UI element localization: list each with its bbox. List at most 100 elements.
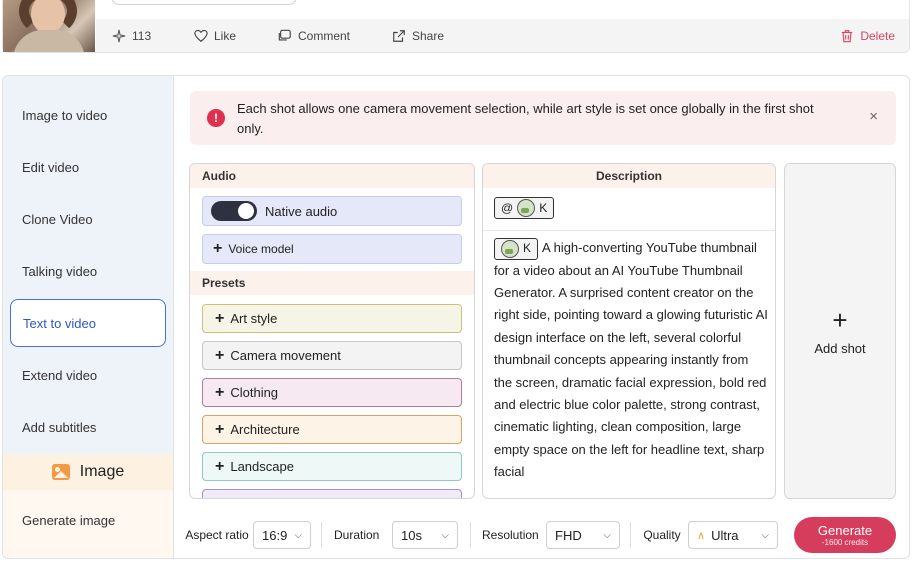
sparkle-icon: [112, 29, 126, 42]
comment-button[interactable]: Comment: [278, 29, 376, 43]
chevron-down-icon: ⌵: [294, 529, 302, 541]
native-audio-row[interactable]: Native audio: [202, 196, 462, 226]
share-label: Share: [412, 28, 445, 43]
resolution-label: Resolution: [482, 528, 539, 542]
image-icon: [51, 464, 70, 480]
plus-icon: +: [215, 457, 225, 475]
preset-label: Clothing: [230, 385, 279, 400]
comment-label: Comment: [298, 28, 351, 43]
sidebar-item-label: Text to video: [23, 315, 96, 331]
chip-label: K: [539, 201, 548, 215]
comment-icon: [278, 29, 291, 41]
sidebar-item-label: Image to video: [22, 107, 108, 123]
plus-icon: +: [215, 420, 225, 438]
character-mention-chip[interactable]: @ K: [494, 197, 555, 219]
sidebar-item-label: Clone Video: [22, 211, 93, 227]
generation-controls: Aspect ratio 16:9 ⌵ Duration 10s ⌵ Resol…: [175, 512, 909, 558]
close-icon[interactable]: ×: [869, 108, 878, 125]
aspect-ratio-select[interactable]: 16:9 ⌵: [253, 521, 311, 549]
quality-value: Ultra: [711, 527, 739, 543]
plus-icon: +: [215, 383, 225, 401]
plus-icon: +: [832, 304, 848, 335]
plus-icon: +: [215, 346, 225, 364]
sidebar-item-label: Talking video: [22, 263, 98, 279]
description-textarea[interactable]: K A high-converting YouTube thumbnail fo…: [494, 237, 769, 484]
generate-label: Generate: [817, 523, 873, 538]
preset-landscape[interactable]: + Landscape: [202, 452, 462, 481]
sidebar: Image to video Edit video Clone Video Ta…: [3, 76, 174, 558]
preset-architecture[interactable]: + Architecture: [202, 415, 462, 444]
aspect-ratio-label: Aspect ratio: [185, 528, 249, 542]
delete-label: Delete: [860, 28, 895, 43]
share-button[interactable]: Share: [392, 29, 444, 43]
image-section-title: Image: [79, 463, 125, 480]
plus-icon: +: [213, 240, 223, 257]
post-action-bar: 113 Like Comment Share Delete: [96, 19, 909, 52]
audio-header: Audio: [190, 164, 474, 188]
sidebar-item-talking-video[interactable]: Talking video: [10, 247, 166, 295]
delete-button[interactable]: Delete: [840, 29, 895, 43]
preset-art-style[interactable]: + Art style: [202, 304, 462, 333]
sidebar-item-label: Edit video: [22, 159, 80, 175]
plus-icon: +: [215, 309, 225, 327]
post-thumbnail[interactable]: [3, 0, 95, 52]
sidebar-item-image-to-video[interactable]: Image to video: [10, 91, 166, 139]
description-panel: Description @ K K A high-converting YouT…: [482, 163, 776, 499]
sidebar-item-label: Add subtitles: [22, 419, 97, 435]
trash-icon: [842, 29, 853, 42]
chevron-down-icon: ⌵: [603, 529, 611, 541]
add-shot-button[interactable]: + Add shot: [784, 163, 896, 499]
voice-model-button[interactable]: + Voice model: [202, 234, 462, 264]
views-count: 113: [132, 28, 152, 43]
duration-label: Duration: [334, 528, 380, 542]
resolution-select[interactable]: FHD ⌵: [546, 521, 620, 549]
image-section-header: Image: [3, 454, 173, 490]
generator-panel: Image to video Edit video Clone Video Ta…: [2, 75, 910, 559]
like-button[interactable]: Like: [194, 29, 262, 43]
native-audio-toggle[interactable]: [211, 201, 257, 221]
alert-icon: !: [207, 109, 225, 127]
sidebar-item-extend-video[interactable]: Extend video: [10, 351, 166, 399]
crown-icon: ∧: [697, 529, 706, 542]
description-text: A high-converting YouTube thumbnail for …: [494, 240, 768, 480]
presets-header: Presets: [190, 271, 474, 295]
preset-more[interactable]: [202, 489, 462, 498]
alert-message: Each shot allows one camera movement sel…: [237, 101, 814, 136]
sidebar-item-clone-video[interactable]: Clone Video: [10, 195, 166, 243]
preset-camera-movement[interactable]: + Camera movement: [202, 341, 462, 370]
like-label: Like: [214, 28, 237, 43]
generate-button[interactable]: Generate -1600 credits: [794, 517, 896, 553]
chevron-down-icon: ⌵: [761, 529, 769, 541]
sidebar-item-generate-image[interactable]: Generate image: [10, 496, 166, 544]
quality-label: Quality: [643, 528, 681, 542]
duration-value: 10s: [401, 527, 422, 543]
preset-label: Camera movement: [230, 348, 341, 363]
heart-icon: [194, 29, 208, 42]
preset-label: Art style: [230, 311, 278, 326]
sidebar-item-text-to-video[interactable]: Text to video: [10, 299, 166, 347]
post-card: 113 Like Comment Share Delete: [2, 0, 910, 53]
quality-select[interactable]: ∧ Ultra ⌵: [688, 521, 778, 549]
voice-model-label: Voice model: [228, 242, 294, 256]
duration-select[interactable]: 10s ⌵: [392, 521, 458, 549]
sidebar-item-add-subtitles[interactable]: Add subtitles: [10, 403, 166, 451]
native-audio-label: Native audio: [265, 203, 338, 219]
share-icon: [393, 29, 405, 42]
aspect-ratio-value: 16:9: [262, 527, 288, 543]
info-alert: ! Each shot allows one camera movement s…: [190, 91, 896, 145]
character-avatar-icon: [517, 199, 536, 217]
preset-label: Landscape: [230, 459, 294, 474]
character-avatar-icon: [501, 239, 519, 258]
add-shot-label: Add shot: [814, 340, 866, 356]
description-header: Description: [483, 164, 775, 188]
post-input-pill[interactable]: [111, 0, 297, 5]
at-sign: @: [501, 201, 514, 215]
character-chip[interactable]: K: [494, 237, 539, 260]
views-counter: 113: [112, 29, 178, 43]
sidebar-item-label: Extend video: [22, 367, 98, 383]
credits-label: -1600 credits: [821, 538, 869, 547]
sidebar-item-edit-video[interactable]: Edit video: [10, 143, 166, 191]
preset-label: Architecture: [230, 422, 300, 437]
preset-clothing[interactable]: + Clothing: [202, 378, 462, 407]
sidebar-item-label: Generate image: [22, 512, 116, 528]
